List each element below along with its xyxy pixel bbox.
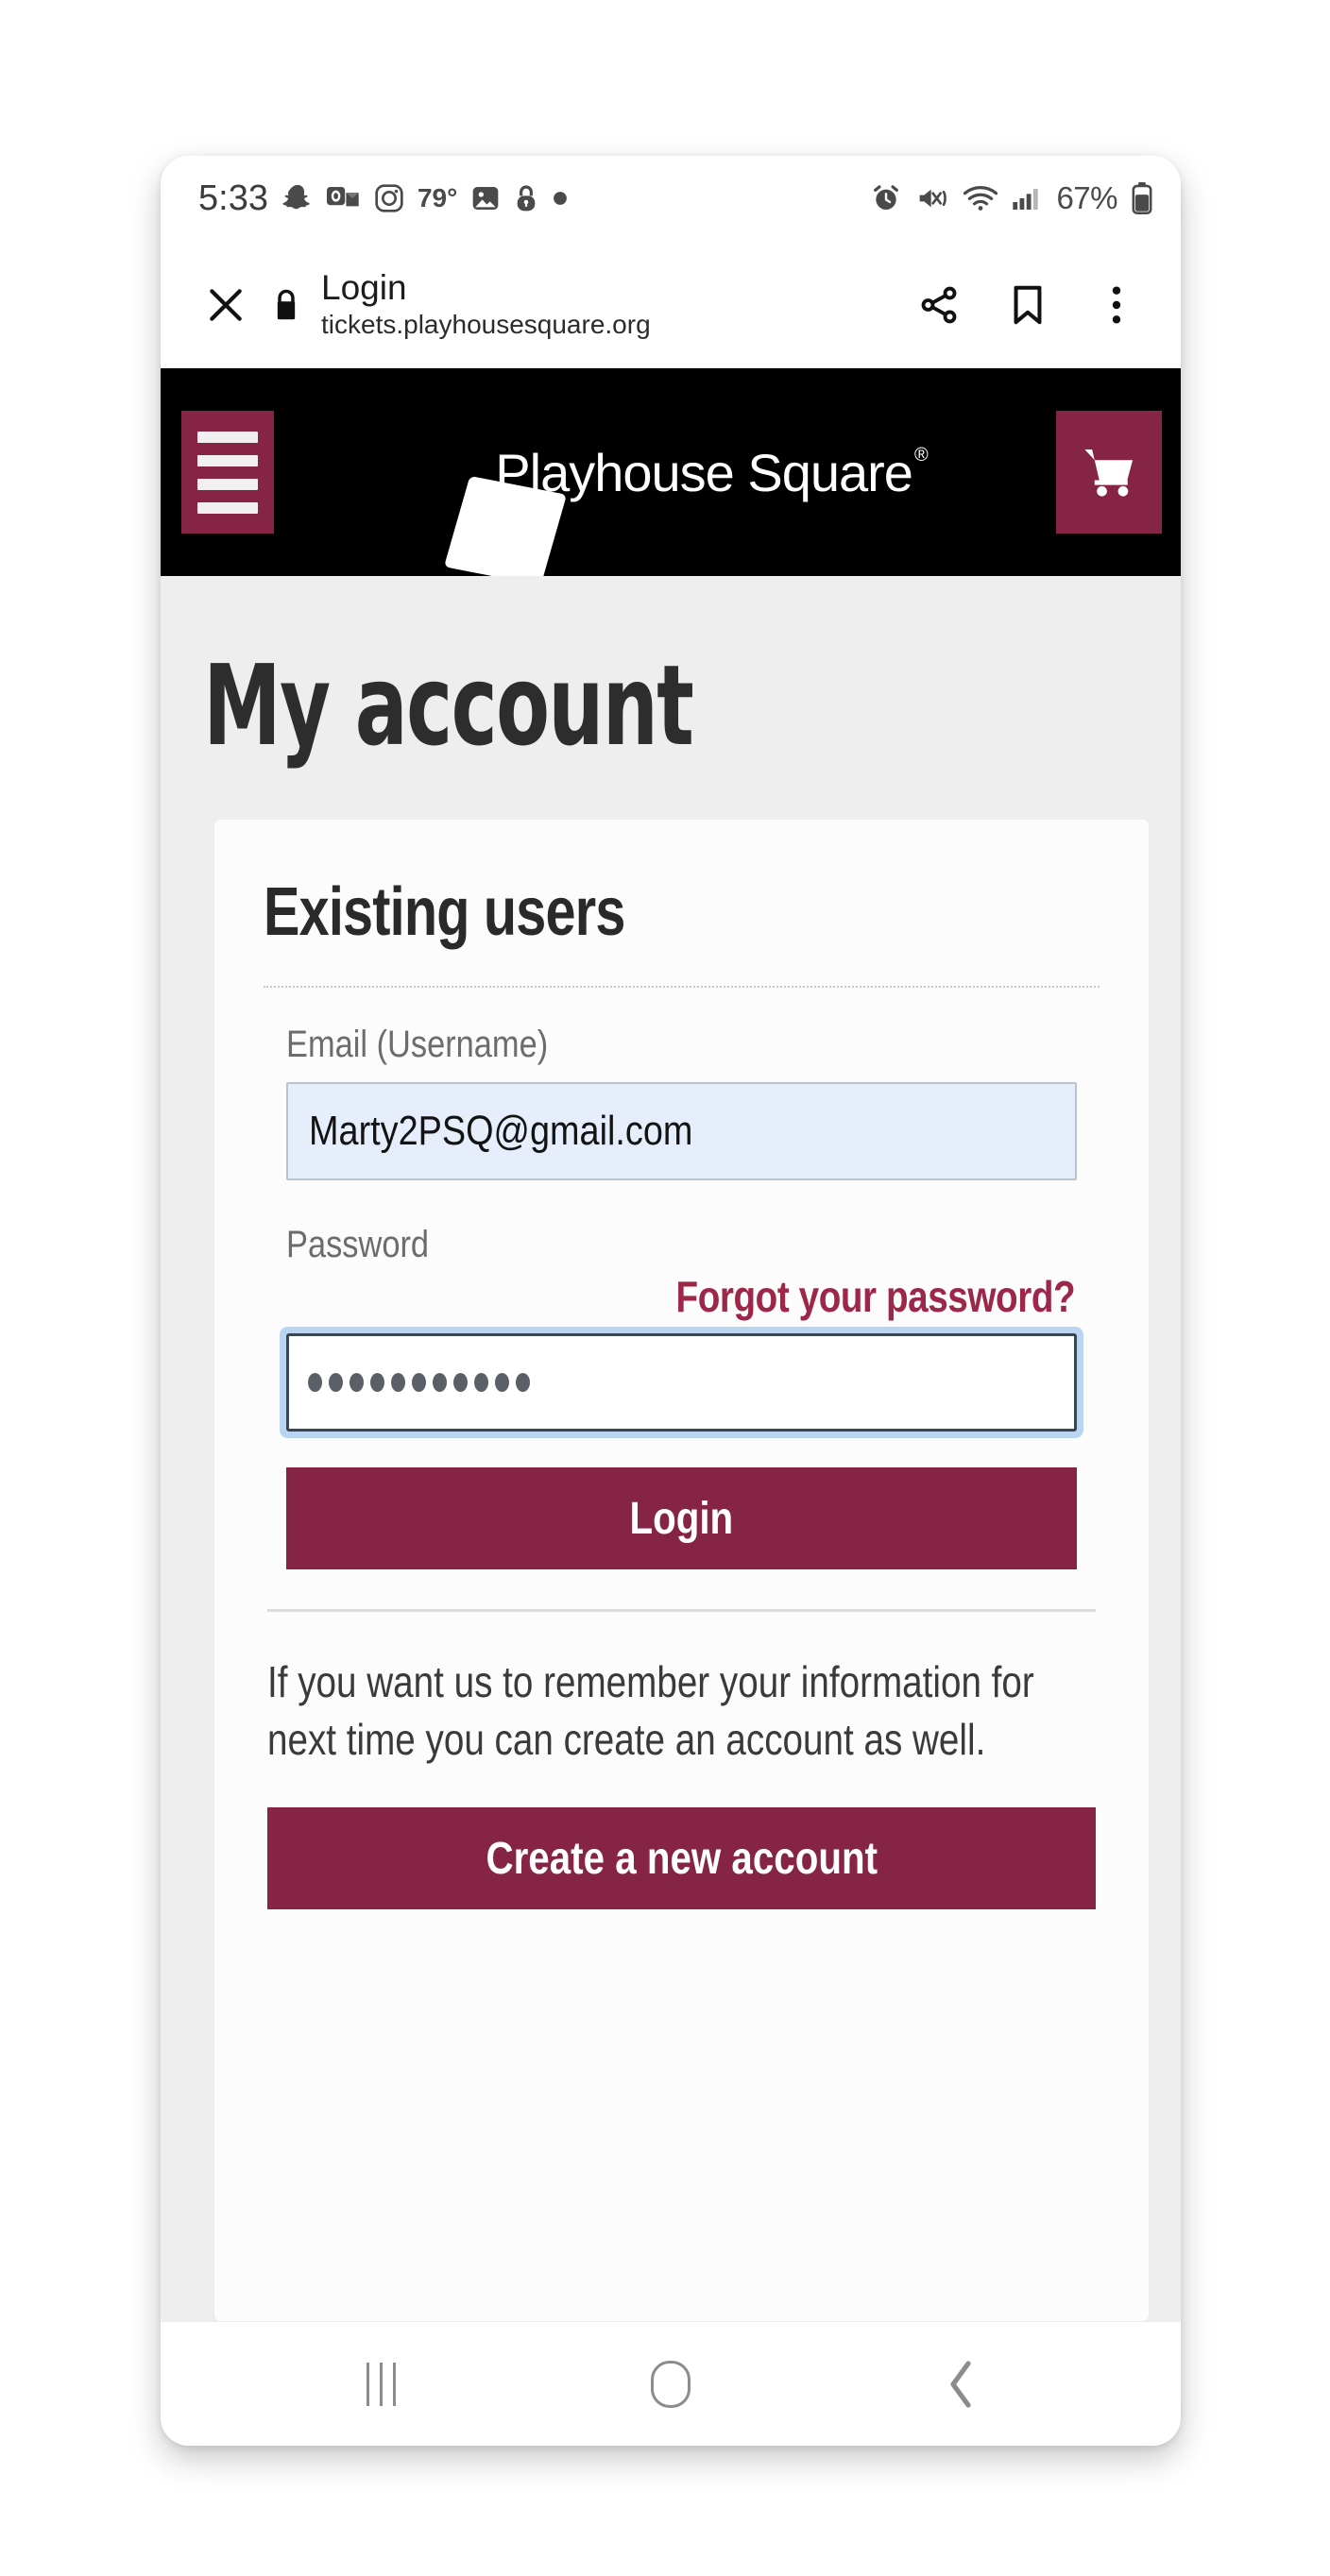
login-button-label: Login xyxy=(629,1493,734,1544)
wifi-icon xyxy=(963,186,998,211)
cart-icon xyxy=(1084,449,1134,497)
address-bar[interactable]: Login tickets.playhousesquare.org xyxy=(314,268,912,341)
password-dot xyxy=(474,1373,488,1392)
home-icon xyxy=(650,2360,691,2408)
create-account-description: If you want us to remember your informat… xyxy=(264,1653,1100,1768)
instagram-icon xyxy=(375,184,403,212)
close-tab-button[interactable] xyxy=(193,284,259,326)
browser-toolbar: Login tickets.playhousesquare.org xyxy=(161,241,1181,368)
home-button[interactable] xyxy=(614,2342,727,2427)
site-logo-trademark: ® xyxy=(913,444,929,466)
page-url-label: tickets.playhousesquare.org xyxy=(321,310,651,340)
lock-icon xyxy=(277,289,296,319)
recents-icon-bar xyxy=(392,2362,396,2406)
email-input-value: Marty2PSQ@gmail.com xyxy=(309,1108,693,1154)
password-masked-value xyxy=(308,1373,530,1392)
password-dot xyxy=(516,1373,530,1392)
battery-icon xyxy=(1132,182,1152,214)
bookmark-button[interactable] xyxy=(1001,279,1054,331)
forgot-password-link[interactable]: Forgot your password? xyxy=(675,1271,1075,1322)
email-label: Email (Username) xyxy=(286,1024,549,1065)
password-dot xyxy=(495,1373,509,1392)
password-input[interactable] xyxy=(286,1333,1077,1432)
mute-vibrate-icon xyxy=(920,189,947,208)
battery-percent-label: 67% xyxy=(1056,180,1117,215)
site-security-indicator[interactable] xyxy=(259,287,314,323)
browser-menu-button[interactable] xyxy=(1090,279,1143,331)
android-nav-bar xyxy=(161,2321,1181,2446)
screenshot-root: 5:33 79° 67% Login tickets.playhousesqua… xyxy=(0,0,1330,2576)
outlook-icon xyxy=(326,187,359,207)
page-heading: My account xyxy=(203,640,694,771)
password-dot xyxy=(308,1373,322,1392)
cellular-signal-icon xyxy=(1013,189,1039,210)
page-title-label: Login xyxy=(321,267,407,307)
dot-icon xyxy=(554,192,568,205)
browser-actions xyxy=(912,279,1149,331)
password-dot xyxy=(453,1373,468,1392)
site-logo-text: Playhouse Square ® xyxy=(495,442,929,503)
playhouse-square-mark-icon: P ★ xyxy=(395,421,568,586)
create-account-button-label: Create a new account xyxy=(486,1833,878,1884)
status-clock: 5:33 xyxy=(198,178,268,218)
email-input[interactable]: Marty2PSQ@gmail.com xyxy=(286,1082,1077,1180)
alarm-icon xyxy=(874,185,899,210)
status-bar-left: 5:33 79° xyxy=(198,178,871,219)
hamburger-icon-bar xyxy=(197,478,258,490)
bookmark-icon xyxy=(1014,285,1042,324)
login-card: Existing users Email (Username) Marty2PS… xyxy=(214,820,1149,2321)
logo-star-icon: ★ xyxy=(418,487,445,517)
password-label: Password xyxy=(286,1224,430,1265)
login-form: Email (Username) Marty2PSQ@gmail.com Pas… xyxy=(264,988,1100,1569)
create-account-button[interactable]: Create a new account xyxy=(267,1807,1096,1910)
card-heading: Existing users xyxy=(264,874,625,950)
snapchat-icon xyxy=(282,184,310,210)
lock-icon xyxy=(517,185,536,212)
recents-icon xyxy=(366,2362,396,2406)
password-dot xyxy=(433,1373,447,1392)
site-header: P ★ Playhouse Square ® xyxy=(161,368,1181,586)
solid-divider xyxy=(267,1609,1096,1612)
gallery-icon xyxy=(472,187,499,210)
password-dot xyxy=(329,1373,343,1392)
password-dot xyxy=(350,1373,364,1392)
hamburger-icon-bar xyxy=(197,454,258,466)
site-logo-name: Playhouse Square xyxy=(495,442,913,502)
hamburger-icon-bar xyxy=(197,501,258,514)
login-button[interactable]: Login xyxy=(286,1467,1077,1569)
create-account-description-line2: next time you can create an account as w… xyxy=(267,1714,986,1764)
recents-button[interactable] xyxy=(324,2342,437,2427)
share-icon xyxy=(921,286,957,323)
phone-frame: 5:33 79° 67% Login tickets.playhousesqua… xyxy=(161,156,1181,2446)
status-temperature: 79° xyxy=(417,183,458,212)
forgot-password-row: Forgot your password? xyxy=(286,1271,1077,1322)
password-dot xyxy=(412,1373,426,1392)
more-vertical-icon xyxy=(1112,285,1121,324)
page-body: My account Existing users Email (Usernam… xyxy=(161,576,1181,2321)
password-dot xyxy=(391,1373,405,1392)
cart-button[interactable] xyxy=(1056,411,1162,534)
menu-button[interactable] xyxy=(181,411,274,534)
status-bar-right: 67% xyxy=(871,180,1152,216)
recents-icon-bar xyxy=(366,2362,369,2406)
back-button[interactable] xyxy=(904,2342,1017,2427)
back-icon xyxy=(950,2360,971,2408)
share-button[interactable] xyxy=(912,279,965,331)
android-status-bar: 5:33 79° 67% xyxy=(161,156,1181,241)
password-dot xyxy=(370,1373,384,1392)
recents-icon-bar xyxy=(379,2362,383,2406)
site-logo[interactable]: P ★ Playhouse Square ® xyxy=(274,421,1056,586)
create-account-description-line1: If you want us to remember your informat… xyxy=(267,1657,1034,1706)
hamburger-icon-bar xyxy=(197,431,258,443)
close-icon xyxy=(210,288,242,321)
